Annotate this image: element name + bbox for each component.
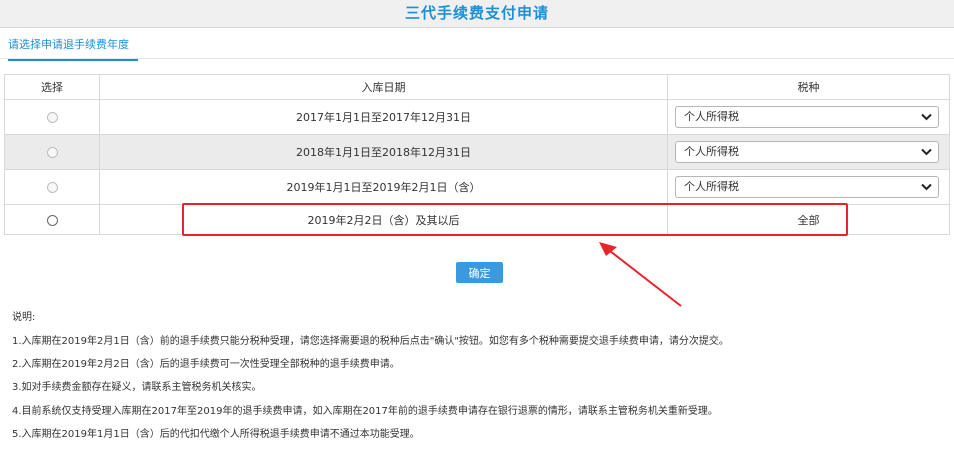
- note-item: 4.目前系统仅支持受理入库期在2017年至2019年的退手续费申请，如入库期在2…: [12, 406, 718, 417]
- annotation-arrow-icon: [599, 242, 682, 307]
- note-item: 2.入库期在2019年2月2日（含）后的退手续费可一次性受理全部税种的退手续费申…: [12, 359, 400, 370]
- note-item: 3.如对手续费金额存在疑义，请联系主管税务机关核实。: [12, 382, 262, 393]
- confirm-button[interactable]: 确定: [456, 262, 503, 283]
- notes-heading: 说明:: [12, 312, 36, 323]
- note-item: 5.入库期在2019年1月1日（含）后的代扣代缴个人所得税退手续费申请不通过本功…: [12, 429, 420, 440]
- note-item: 1.入库期在2019年2月1日（含）前的退手续费只能分税种受理，请您选择需要退的…: [12, 336, 729, 347]
